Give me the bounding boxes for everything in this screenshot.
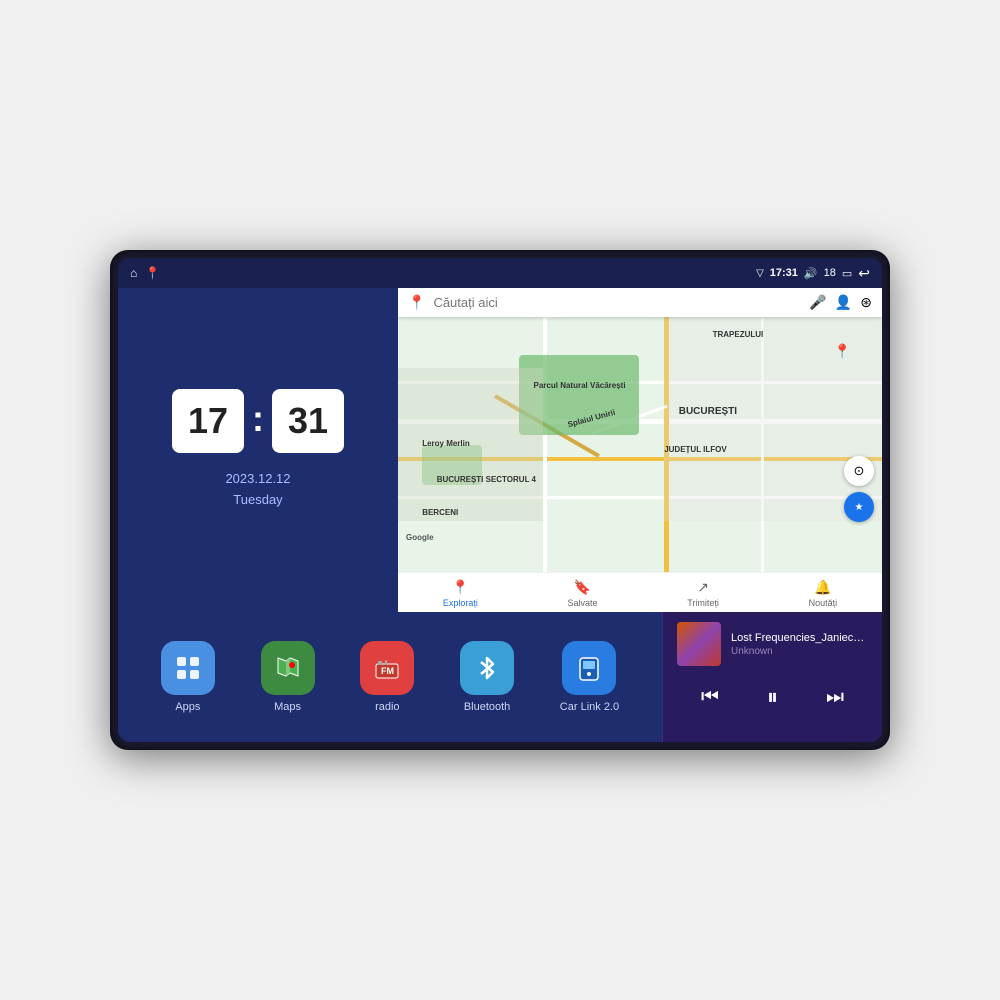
- map-background: Parcul Natural Văcărești Leroy Merlin BU…: [398, 317, 882, 572]
- map-label-sector4: BUCUREȘTI SECTORUL 4: [437, 475, 536, 484]
- bluetooth-icon: [460, 641, 514, 695]
- status-time: 17:31: [770, 267, 798, 279]
- news-icon: 🔔: [814, 579, 831, 596]
- nav-news[interactable]: 🔔 Noutăți: [809, 579, 838, 608]
- music-panel: Lost Frequencies_Janieck Devy-... Unknow…: [662, 612, 882, 742]
- radio-label: radio: [375, 701, 399, 713]
- music-info: Lost Frequencies_Janieck Devy-... Unknow…: [731, 632, 868, 657]
- battery-icon: ▭: [842, 267, 852, 280]
- clock-hours: 17: [172, 389, 244, 453]
- next-button[interactable]: ⏭: [818, 682, 852, 713]
- map-bottom-nav: 📍 Explorați 🔖 Salvate ↗ Trimiteți 🔔: [398, 572, 882, 612]
- map-label-berceni: BERCENI: [422, 508, 458, 517]
- status-left: ⌂ 📍: [130, 266, 160, 280]
- map-label-leroy: Leroy Merlin: [422, 439, 470, 448]
- radio-icon: FM: [360, 641, 414, 695]
- apps-label: Apps: [175, 701, 200, 713]
- music-title: Lost Frequencies_Janieck Devy-...: [731, 632, 868, 644]
- carlink-label: Car Link 2.0: [560, 701, 619, 713]
- app-item-radio[interactable]: FM radio: [360, 641, 414, 713]
- app-item-apps[interactable]: Apps: [161, 641, 215, 713]
- map-search-bar: 📍 🎤 👤 ⊛: [398, 288, 882, 317]
- account-icon[interactable]: 👤: [835, 294, 852, 311]
- car-display-unit: ⌂ 📍 ▽ 17:31 🔊 18 ▭ ↩ 17 :: [110, 250, 890, 750]
- app-item-bluetooth[interactable]: Bluetooth: [460, 641, 514, 713]
- date-info: 2023.12.12 Tuesday: [225, 469, 290, 511]
- clock-minutes: 31: [272, 389, 344, 453]
- map-label-ilfov: JUDEȚUL ILFOV: [664, 445, 727, 454]
- map-label-buc: BUCUREȘTI: [679, 406, 737, 417]
- clock-display: 17 : 31: [172, 389, 344, 453]
- navigate-button[interactable]: ★: [844, 492, 874, 522]
- map-body[interactable]: Parcul Natural Văcărești Leroy Merlin BU…: [398, 317, 882, 572]
- date-value: 2023.12.12: [225, 469, 290, 490]
- clock-colon: :: [252, 398, 264, 440]
- clock-panel: 17 : 31 2023.12.12 Tuesday: [118, 288, 398, 612]
- saved-icon: 🔖: [574, 579, 591, 596]
- screen: ⌂ 📍 ▽ 17:31 🔊 18 ▭ ↩ 17 :: [118, 258, 882, 742]
- saved-label: Salvate: [568, 598, 598, 608]
- app-item-maps[interactable]: Maps: [261, 641, 315, 713]
- nav-share[interactable]: ↗ Trimiteți: [687, 579, 719, 608]
- maps-icon-app: [261, 641, 315, 695]
- app-item-carlink[interactable]: Car Link 2.0: [560, 641, 619, 713]
- bottom-section: Apps Maps: [118, 612, 882, 742]
- home-icon[interactable]: ⌂: [130, 266, 137, 280]
- status-right: ▽ 17:31 🔊 18 ▭ ↩: [756, 265, 870, 282]
- news-label: Noutăți: [809, 598, 838, 608]
- mic-icon[interactable]: 🎤: [809, 294, 826, 311]
- music-thumbnail: [677, 622, 721, 666]
- day-value: Tuesday: [225, 490, 290, 511]
- nav-explore[interactable]: 📍 Explorați: [443, 579, 478, 608]
- nav-saved[interactable]: 🔖 Salvate: [568, 579, 598, 608]
- map-label-trapezului: TRAPEZULUI: [713, 330, 764, 339]
- volume-icon: 🔊: [804, 267, 818, 280]
- battery-level: 18: [824, 267, 836, 279]
- main-content: 17 : 31 2023.12.12 Tuesday 📍 🎤: [118, 288, 882, 742]
- svg-text:FM: FM: [381, 666, 394, 676]
- play-pause-button[interactable]: ⏸: [759, 680, 786, 714]
- map-pin: 📍: [834, 343, 851, 360]
- apps-icon: [161, 641, 215, 695]
- map-label-park: Parcul Natural Văcărești: [534, 381, 626, 390]
- compass-button[interactable]: ⊙: [844, 456, 874, 486]
- carlink-icon: [562, 641, 616, 695]
- back-icon[interactable]: ↩: [858, 265, 870, 282]
- maps-label: Maps: [274, 701, 301, 713]
- maps-status-icon[interactable]: 📍: [145, 266, 160, 280]
- prev-button[interactable]: ⏮: [693, 682, 727, 713]
- share-icon: ↗: [697, 579, 709, 596]
- layers-icon[interactable]: ⊛: [860, 294, 872, 311]
- map-label-google: Google: [406, 533, 434, 542]
- share-label: Trimiteți: [687, 598, 719, 608]
- signal-icon: ▽: [756, 268, 764, 279]
- map-panel[interactable]: 📍 🎤 👤 ⊛: [398, 288, 882, 612]
- status-bar: ⌂ 📍 ▽ 17:31 🔊 18 ▭ ↩: [118, 258, 882, 288]
- explore-icon: 📍: [452, 579, 469, 596]
- music-controls: ⏮ ⏸ ⏭: [677, 674, 868, 720]
- map-search-input[interactable]: [433, 295, 801, 310]
- music-top: Lost Frequencies_Janieck Devy-... Unknow…: [677, 622, 868, 666]
- maps-pin-icon: 📍: [408, 294, 425, 311]
- map-controls: ⊙ ★: [844, 456, 874, 522]
- music-artist: Unknown: [731, 646, 868, 657]
- explore-label: Explorați: [443, 598, 478, 608]
- top-section: 17 : 31 2023.12.12 Tuesday 📍 🎤: [118, 288, 882, 612]
- apps-bar: Apps Maps: [118, 612, 662, 742]
- bluetooth-label: Bluetooth: [464, 701, 510, 713]
